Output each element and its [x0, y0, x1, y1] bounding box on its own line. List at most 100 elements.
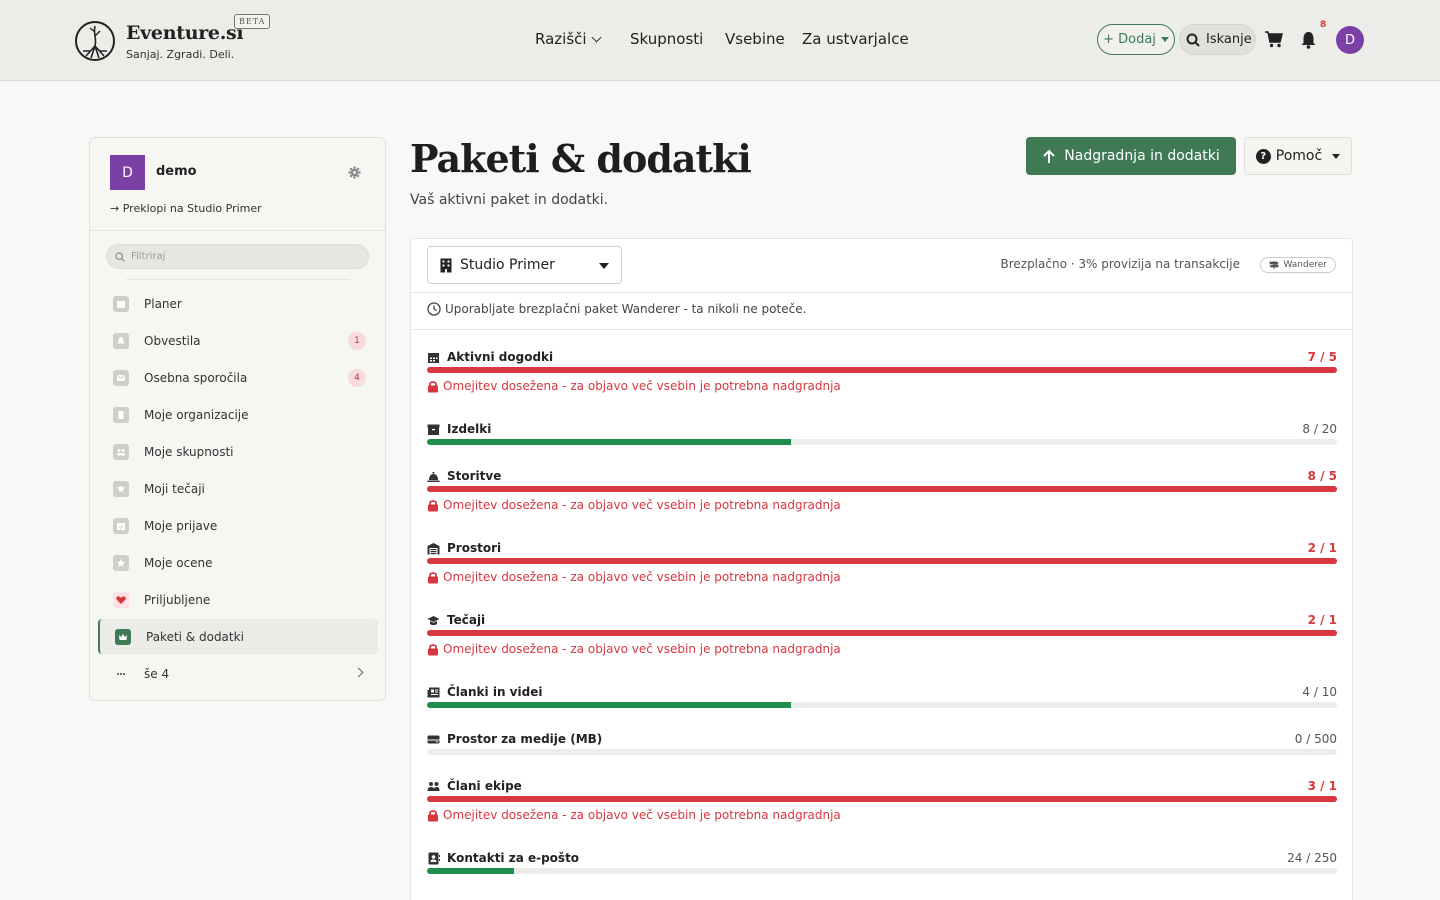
usage-bar-fill: [427, 367, 1337, 373]
page-title: Paketi & dodatki: [410, 136, 752, 181]
usage-bar: [427, 630, 1337, 636]
usage-bar-fill: [427, 439, 791, 445]
upgrade-button-label: Nadgradnja in dodatki: [1064, 148, 1220, 164]
user-avatar[interactable]: D: [1336, 26, 1364, 54]
add-button-label: + Dodaj: [1103, 32, 1156, 47]
usage-label: Aktivni dogodki: [427, 350, 553, 364]
tree-logo-icon[interactable]: [74, 20, 116, 62]
lock-icon: [428, 643, 438, 655]
usage-bar-fill: [427, 702, 791, 708]
limit-warning-text: Omejitev dosežena - za objavo več vsebin…: [443, 379, 841, 393]
clock-icon: [427, 302, 441, 316]
usage-label-text: Aktivni dogodki: [447, 350, 554, 364]
sidebar-item-registrations[interactable]: Moje prijave: [98, 508, 378, 543]
calendar-check-icon: [113, 517, 129, 534]
caret-down-icon: [1332, 153, 1341, 159]
arrow-up-icon: [1043, 149, 1055, 163]
filter-placeholder: Filtriraj: [131, 251, 166, 262]
usage-bar: [427, 558, 1337, 564]
sidebar-item-messages[interactable]: Osebna sporočila 4: [98, 360, 378, 395]
usage-bar-fill: [427, 796, 1337, 802]
divider: [411, 329, 1352, 330]
usage-label-text: Izdelki: [447, 422, 492, 436]
search-icon: [1186, 33, 1200, 47]
search-button[interactable]: Iskanje: [1179, 24, 1256, 55]
usage-label: Člani ekipe: [427, 779, 522, 793]
calendar-icon: [113, 295, 129, 312]
add-button[interactable]: + Dodaj: [1097, 24, 1175, 55]
switch-org-link[interactable]: → Preklopi na Studio Primer: [110, 202, 262, 215]
bell-icon[interactable]: [1300, 31, 1317, 49]
org-select[interactable]: Studio Primer: [427, 246, 622, 284]
unread-badge: 4: [348, 369, 366, 387]
nav-contents[interactable]: Vsebine: [725, 30, 785, 48]
box-icon: [427, 424, 440, 435]
sidebar-item-favorites[interactable]: Priljubljene: [98, 582, 378, 617]
usage-value: 2 / 1: [1307, 613, 1337, 627]
usage-label: Storitve: [427, 469, 501, 483]
top-bar: Eventure.si BETA Sanjaj. Zgradi. Deli. R…: [0, 0, 1440, 81]
chevron-right-icon: [353, 667, 364, 678]
graduation-cap-icon: [427, 615, 440, 625]
sidebar-item-planer[interactable]: Planer: [98, 286, 378, 321]
sidebar-item-more[interactable]: še 4: [98, 656, 378, 691]
limit-warning-text: Omejitev dosežena - za objavo več vsebin…: [443, 570, 841, 584]
cart-icon[interactable]: [1264, 30, 1284, 48]
sidebar-item-label: Obvestila: [144, 333, 201, 348]
plan-notice: Uporabljate brezplačni paket Wanderer - …: [427, 302, 806, 316]
org-name[interactable]: demo: [156, 164, 197, 179]
service-bell-icon: [427, 471, 440, 482]
envelope-icon: [113, 369, 129, 386]
sidebar-item-ratings[interactable]: Moje ocene: [98, 545, 378, 580]
usage-value: 24 / 250: [1287, 851, 1337, 865]
star-icon: [113, 554, 129, 571]
sidebar-item-label: Moji tečaji: [144, 481, 205, 496]
filter-input[interactable]: Filtriraj: [106, 244, 369, 269]
crown-icon: [115, 628, 131, 645]
limit-warning: Omejitev dosežena - za objavo več vsebin…: [427, 498, 841, 512]
lock-icon: [428, 571, 438, 583]
gear-icon[interactable]: [348, 166, 361, 179]
upgrade-button[interactable]: Nadgradnja in dodatki: [1026, 137, 1236, 175]
plan-card: Studio Primer Brezplačno · 3% provizija …: [410, 238, 1353, 900]
limit-warning: Omejitev dosežena - za objavo več vsebin…: [427, 642, 841, 656]
sidebar-item-organizations[interactable]: Moje organizacije: [98, 397, 378, 432]
usage-label-text: Prostori: [447, 541, 502, 555]
usage-label: Tečaji: [427, 613, 485, 627]
usage-label-text: Prostor za medije (MB): [447, 732, 603, 746]
sidebar-item-label: Moje skupnosti: [144, 444, 234, 459]
chevron-down-icon: [591, 32, 602, 43]
usage-bar-fill: [427, 630, 1337, 636]
usage-bar: [427, 439, 1337, 445]
brand-name[interactable]: Eventure.si: [126, 22, 244, 44]
sidebar-item-courses[interactable]: Moji tečaji: [98, 471, 378, 506]
help-button[interactable]: ? Pomoč: [1244, 137, 1352, 175]
sidebar-item-notifications[interactable]: Obvestila 1: [98, 323, 378, 358]
beta-badge: BETA: [234, 14, 271, 29]
sidebar-item-label: Planer: [144, 296, 182, 311]
calendar-icon: [428, 352, 439, 363]
nav-communities[interactable]: Skupnosti: [630, 30, 703, 48]
nav-creators[interactable]: Za ustvarjalce: [802, 30, 909, 48]
heart-icon: [113, 591, 129, 608]
nav-explore[interactable]: Razišči: [535, 30, 602, 48]
sidebar-item-packages[interactable]: Paketi & dodatki: [98, 619, 378, 654]
usage-value: 3 / 1: [1307, 779, 1337, 793]
plan-badge: Wanderer: [1260, 257, 1336, 273]
plan-info: Brezplačno · 3% provizija na transakcije: [1000, 257, 1240, 271]
usage-label: Prostori: [427, 541, 501, 555]
plan-badge-label: Wanderer: [1283, 260, 1327, 270]
address-book-icon: [428, 852, 440, 864]
caret-down-icon: [1160, 37, 1169, 42]
lock-icon: [428, 499, 438, 511]
limit-warning: Omejitev dosežena - za objavo več vsebin…: [427, 570, 841, 584]
search-label: Iskanje: [1206, 32, 1252, 47]
users-icon: [427, 781, 440, 791]
page-subtitle: Vaš aktivni paket in dodatki.: [410, 192, 609, 208]
sidebar-item-communities[interactable]: Moje skupnosti: [98, 434, 378, 469]
usage-bar-fill: [427, 558, 1337, 564]
usage-value: 4 / 10: [1302, 685, 1337, 699]
org-select-value: Studio Primer: [460, 257, 555, 273]
org-avatar[interactable]: D: [110, 155, 145, 190]
usage-value: 7 / 5: [1307, 350, 1337, 364]
